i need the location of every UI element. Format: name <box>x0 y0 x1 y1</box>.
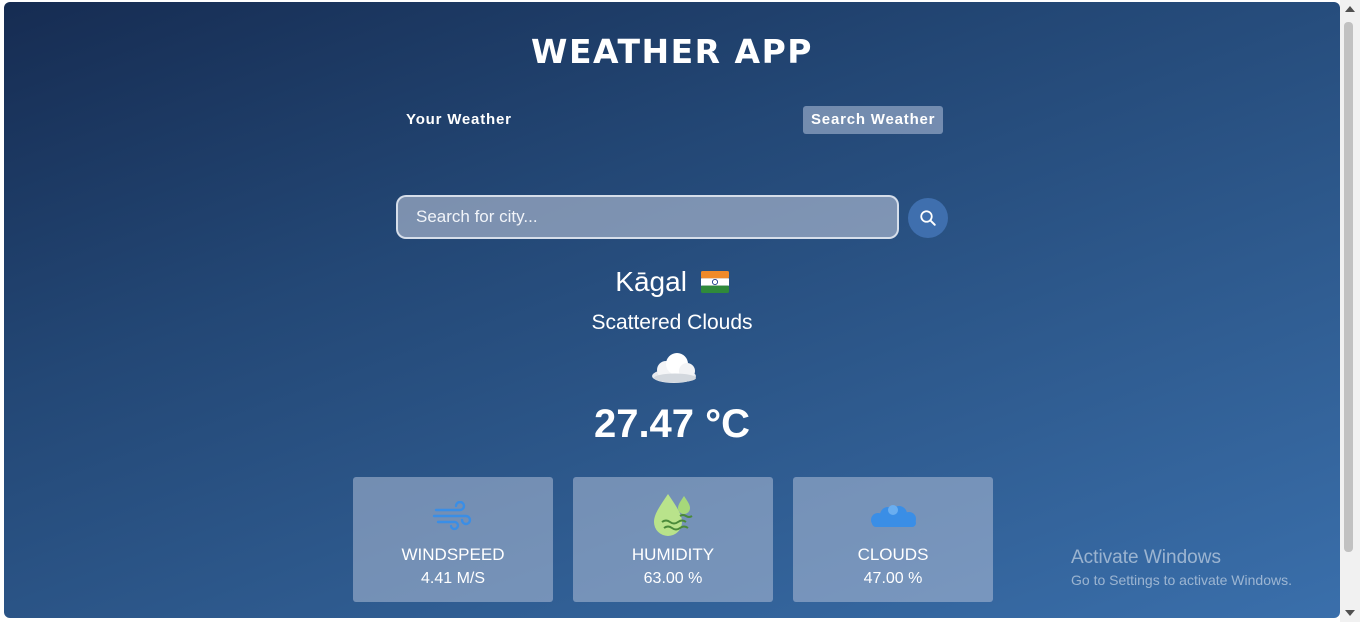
city-name: Kāgal <box>4 266 1340 298</box>
scroll-down-arrow-icon[interactable] <box>1345 610 1355 616</box>
humidity-card: HUMIDITY 63.00 % <box>573 477 773 602</box>
clouds-card: CLOUDS 47.00 % <box>793 477 993 602</box>
cloud-icon <box>652 353 696 383</box>
humidity-label: HUMIDITY <box>631 545 715 564</box>
tab-search-weather[interactable]: Search Weather <box>803 106 944 134</box>
weather-app: WEATHER APP Your Weather Search Weather … <box>4 2 1340 618</box>
watermark-subtitle: Go to Settings to activate Windows. <box>1071 572 1292 588</box>
windspeed-value: 4.41 M/S <box>420 570 486 587</box>
scroll-up-arrow-icon[interactable] <box>1345 6 1355 12</box>
windspeed-card: WINDSPEED 4.41 M/S <box>353 477 553 602</box>
search-button[interactable] <box>908 198 948 238</box>
humidity-drop-icon <box>654 494 693 536</box>
clouds-icon <box>871 505 916 527</box>
weather-description: Scattered Clouds <box>591 311 753 334</box>
search-icon <box>920 210 936 226</box>
tab-your-weather[interactable]: Your Weather <box>400 106 518 134</box>
humidity-value: 63.00 % <box>643 570 703 587</box>
search-input[interactable] <box>396 195 899 239</box>
wind-icon <box>432 501 472 531</box>
app-title: WEATHER APP <box>531 32 813 71</box>
watermark-title: Activate Windows <box>1071 547 1221 568</box>
temperature: 27.47 °C <box>593 402 751 446</box>
india-flag-icon <box>700 271 729 293</box>
clouds-label: CLOUDS <box>857 545 929 564</box>
windspeed-label: WINDSPEED <box>401 545 505 564</box>
activate-windows-watermark: Activate Windows Go to Settings to activ… <box>1071 547 1292 588</box>
vertical-scrollbar[interactable] <box>1340 0 1360 622</box>
clouds-value: 47.00 % <box>863 570 923 587</box>
city-label: Kāgal <box>615 266 687 297</box>
scroll-thumb[interactable] <box>1344 22 1353 552</box>
